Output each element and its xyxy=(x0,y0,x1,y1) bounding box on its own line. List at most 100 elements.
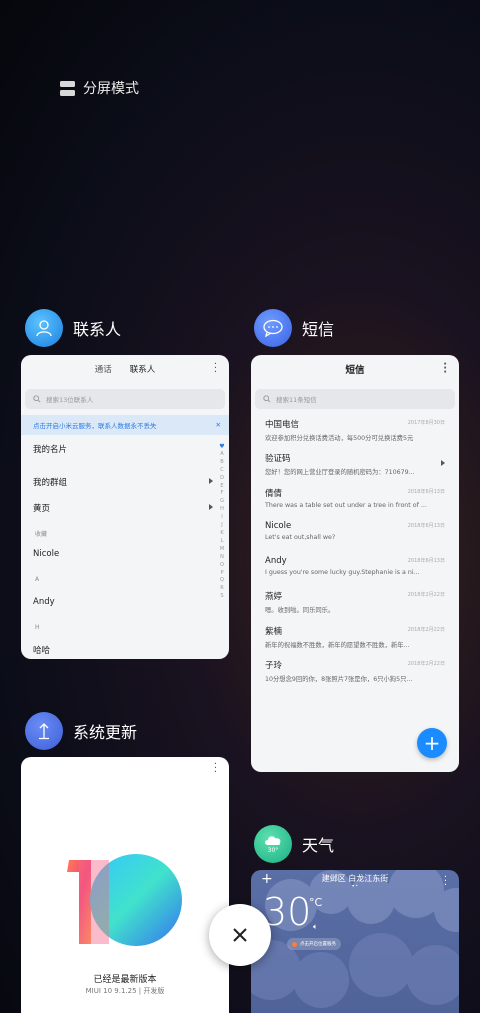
alphabet-letter[interactable]: I xyxy=(221,514,222,522)
weather-unit: °C xyxy=(309,896,323,909)
message-date: 2018年6月13日 xyxy=(407,523,445,529)
alphabet-index[interactable]: ♥ ABCDEFGHIJKLMNOPQRS xyxy=(217,443,227,601)
more-icon[interactable]: · · · xyxy=(214,760,217,778)
update-status: 已经是最新版本 xyxy=(93,975,157,985)
message-item[interactable]: 子玲 2018年2月22日 10分想念9回的你，8张照片7张是你，6只小狗5只.… xyxy=(265,659,445,683)
message-item[interactable]: 燕婷 2018年2月22日 嗯。收到啦。同乐同乐。 xyxy=(265,590,445,614)
tab-calls[interactable]: 通话 xyxy=(95,363,112,375)
message-preview: 嗯。收到啦。同乐同乐。 xyxy=(265,607,335,614)
update-app-name: 系统更新 xyxy=(73,723,138,742)
banner-text: 点击开启小米云服务，联系人数据永不丢失 xyxy=(33,422,157,430)
message-preview: Let's eat out,shall we? xyxy=(265,534,336,541)
section-header-a: A xyxy=(35,576,40,583)
favorites-header: 收藏 xyxy=(35,531,48,538)
update-card[interactable]: · · · 已经是最新版本 MIUI 10 9.1.25 | 开发版 xyxy=(21,757,229,1013)
cloud-service-banner[interactable]: 点击开启小米云服务，联系人数据永不丢失 ✕ xyxy=(21,415,229,435)
message-item[interactable]: 验证码 您好！您的网上营业厅登录的随机密码为：710679... xyxy=(265,452,445,476)
section-header-h: H xyxy=(35,624,40,631)
alphabet-letter[interactable]: M xyxy=(220,546,224,554)
contact-item[interactable]: Andy xyxy=(33,597,55,607)
more-icon[interactable]: · · · xyxy=(443,360,447,378)
search-icon xyxy=(263,395,271,403)
page-indicator-icon: ▾ • xyxy=(352,883,358,888)
more-icon[interactable]: · · · xyxy=(444,873,447,891)
alphabet-letter[interactable]: K xyxy=(220,530,223,538)
weather-card[interactable]: + 建邺区 白龙江东街 ▾ • · · · 30 °C 🔈︎ 点击开启位置服务 xyxy=(251,870,459,1013)
alphabet-letter[interactable]: J xyxy=(221,522,222,530)
weather-app-name: 天气 xyxy=(302,836,335,855)
contacts-card[interactable]: 通话 联系人 · · · 搜索13位联系人 点击开启小米云服务，联系人数据永不丢失 … xyxy=(21,355,229,659)
message-preview: There was a table set out under a tree i… xyxy=(265,502,427,509)
message-date: 2018年2月22日 xyxy=(407,627,445,633)
alphabet-letter[interactable]: E xyxy=(220,483,223,491)
split-screen-icon xyxy=(60,80,75,96)
message-preview: I guess you're some lucky guy.Stephanie … xyxy=(265,569,420,576)
message-item[interactable]: 紫楠 2018年2月22日 新年的祝福数不胜数，新年的愿望数不胜数，新年... xyxy=(265,625,445,649)
sms-search-input[interactable]: 搜索11条短信 xyxy=(255,389,455,409)
clear-all-button[interactable] xyxy=(209,904,271,966)
message-item[interactable]: 倩倩 2018年6月13日 There was a table set out … xyxy=(265,487,445,509)
weather-icon-temp: 30° xyxy=(267,847,279,854)
my-groups-item[interactable]: 我的群组 xyxy=(33,476,67,488)
alphabet-letter[interactable]: F xyxy=(221,490,224,498)
sms-title: 短信 · · · xyxy=(251,355,459,383)
message-preview: 欢迎参加积分兑换话费活动，每500分可兑换话费5元 xyxy=(265,435,414,442)
miui-10-logo xyxy=(67,854,182,946)
contacts-search-placeholder: 搜索13位联系人 xyxy=(46,396,94,404)
location-hint-chip[interactable]: 点击开启位置服务 xyxy=(287,938,341,950)
alphabet-letter[interactable]: P xyxy=(220,570,223,578)
weather-app-header[interactable]: 30° 天气 xyxy=(254,825,334,863)
yellow-pages-item[interactable]: 黄页 xyxy=(33,502,50,514)
sms-app-header[interactable]: 短信 xyxy=(254,309,334,347)
alphabet-letter[interactable]: A xyxy=(220,451,223,459)
alphabet-letter[interactable]: G xyxy=(220,498,224,506)
alphabet-letter[interactable]: N xyxy=(220,554,224,562)
alphabet-letter[interactable]: S xyxy=(220,593,223,601)
message-item[interactable]: Nicole 2018年6月13日 Let's eat out,shall we… xyxy=(265,521,445,541)
location-dot-icon xyxy=(292,941,297,947)
message-item[interactable]: 中国电信 2017年8月30日 欢迎参加积分兑换话费活动，每500分可兑换话费5… xyxy=(265,418,445,442)
alphabet-letter[interactable]: D xyxy=(220,475,224,483)
split-screen-button[interactable]: 分屏模式 xyxy=(60,78,139,98)
cloud-icon xyxy=(265,836,281,845)
new-message-button[interactable]: + xyxy=(417,728,447,758)
alphabet-letter[interactable]: O xyxy=(220,562,224,570)
contact-item[interactable]: 哈哈 xyxy=(33,644,50,656)
search-icon xyxy=(33,395,41,403)
message-preview: 新年的祝福数不胜数，新年的愿望数不胜数，新年... xyxy=(265,642,410,649)
contacts-app-header[interactable]: 联系人 xyxy=(25,309,121,347)
split-screen-label: 分屏模式 xyxy=(83,81,139,97)
sms-title-text: 短信 xyxy=(345,365,365,376)
contacts-tabbar: 通话 联系人 · · · xyxy=(21,355,229,383)
message-preview: 10分想念9回的你，8张照片7张是你，6只小狗5只... xyxy=(265,676,413,683)
contacts-search-input[interactable]: 搜索13位联系人 xyxy=(25,389,225,409)
alphabet-letter[interactable]: B xyxy=(220,459,223,467)
banner-close-icon[interactable]: ✕ xyxy=(216,421,221,429)
alphabet-letter[interactable]: L xyxy=(221,538,224,546)
close-icon xyxy=(233,928,247,942)
update-app-header[interactable]: 系统更新 xyxy=(25,712,137,750)
speaker-icon[interactable]: 🔈︎ xyxy=(313,922,318,932)
more-icon[interactable]: · · · xyxy=(214,360,217,378)
sms-app-name: 短信 xyxy=(302,320,335,339)
alphabet-letter[interactable]: Q xyxy=(220,577,224,585)
update-version: MIUI 10 9.1.25 | 开发版 xyxy=(85,987,165,995)
location-hint: 点击开启位置服务 xyxy=(300,942,336,947)
chevron-right-icon xyxy=(441,460,445,466)
weather-app-icon: 30° xyxy=(254,825,292,863)
message-sender: 验证码 xyxy=(265,454,291,464)
alphabet-letter[interactable]: H xyxy=(220,506,224,514)
sms-card[interactable]: 短信 · · · 搜索11条短信 中国电信 2017年8月30日 欢迎参加积分兑换话… xyxy=(251,355,459,772)
contacts-app-name: 联系人 xyxy=(73,320,122,339)
message-date: 2018年2月22日 xyxy=(407,592,445,598)
message-date: 2018年2月22日 xyxy=(407,661,445,667)
contact-item[interactable]: Nicole xyxy=(33,549,59,559)
message-item[interactable]: Andy 2018年6月13日 I guess you're some luck… xyxy=(265,556,445,576)
message-date: 2018年6月13日 xyxy=(407,489,445,495)
my-card-item[interactable]: 我的名片 xyxy=(33,443,67,455)
alphabet-letter[interactable]: C xyxy=(220,467,224,475)
alphabet-letter[interactable]: R xyxy=(220,585,223,593)
sms-search-placeholder: 搜索11条短信 xyxy=(276,396,317,404)
message-date: 2017年8月30日 xyxy=(407,420,445,426)
tab-contacts[interactable]: 联系人 xyxy=(130,363,156,375)
